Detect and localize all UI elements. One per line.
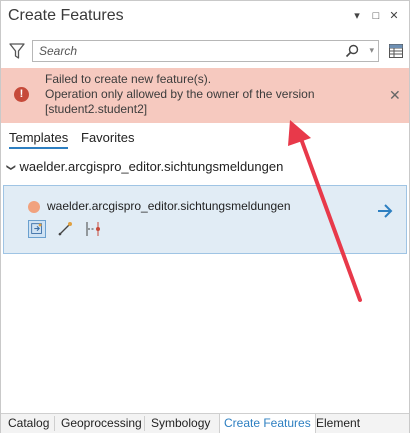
error-message: Failed to create new feature(s). Operati… [45, 72, 375, 117]
search-box[interactable]: ▾ [32, 40, 379, 62]
pin-icon[interactable]: □ [369, 9, 383, 23]
error-line: [student2.student2] [45, 102, 148, 116]
symbol-swatch [28, 201, 40, 213]
tab-catalog[interactable]: Catalog [8, 416, 49, 430]
tab-symbology[interactable]: Symbology [151, 416, 210, 430]
error-icon: ! [14, 87, 29, 102]
point-at-end-of-line-tool-icon[interactable] [84, 220, 102, 238]
line-tool-icon[interactable] [56, 220, 74, 238]
point-tool-icon[interactable] [28, 220, 46, 238]
template-label: waelder.arcgispro_editor.sichtungsmeldun… [47, 199, 291, 213]
tab-favorites[interactable]: Favorites [81, 130, 134, 145]
bottom-dock-tabs: Catalog Geoprocessing Symbology Create F… [1, 413, 409, 433]
tab-templates[interactable]: Templates [9, 130, 69, 149]
dismiss-error-icon[interactable]: ✕ [389, 87, 401, 104]
error-banner: ! Failed to create new feature(s). Opera… [1, 68, 409, 123]
tab-create-features[interactable]: Create Features [219, 414, 316, 433]
layer-name: waelder.arcgispro_editor.sichtungsmeldun… [19, 159, 284, 174]
search-options-chevron-icon[interactable]: ▾ [369, 45, 374, 56]
layer-group-header[interactable]: ❯ waelder.arcgispro_editor.sichtungsmeldu… [6, 159, 284, 174]
tab-geoprocessing[interactable]: Geoprocessing [61, 416, 142, 430]
feature-template-item[interactable]: waelder.arcgispro_editor.sichtungsmeldun… [3, 185, 407, 254]
search-icon[interactable] [345, 44, 359, 58]
template-tabs: Templates Favorites [1, 127, 409, 151]
error-line: Failed to create new feature(s). [45, 72, 212, 86]
search-input[interactable] [39, 43, 329, 59]
chevron-down-icon: ❯ [6, 163, 17, 172]
tab-divider [54, 416, 55, 431]
pane-menu-icon[interactable]: ▾ [350, 9, 364, 23]
pane-title-bar: Create Features ▾ □ ✕ [1, 1, 409, 33]
close-icon[interactable]: ✕ [387, 9, 401, 23]
create-features-pane: Create Features ▾ □ ✕ ▾ ! Failed to crea… [0, 0, 410, 433]
arrow-right-icon[interactable] [376, 202, 394, 220]
pane-title: Create Features [8, 7, 124, 24]
tab-element[interactable]: Element [316, 416, 360, 430]
error-line: Operation only allowed by the owner of t… [45, 87, 315, 101]
tab-divider [144, 416, 145, 431]
manage-templates-icon[interactable] [388, 43, 404, 59]
filter-icon[interactable] [9, 42, 25, 60]
